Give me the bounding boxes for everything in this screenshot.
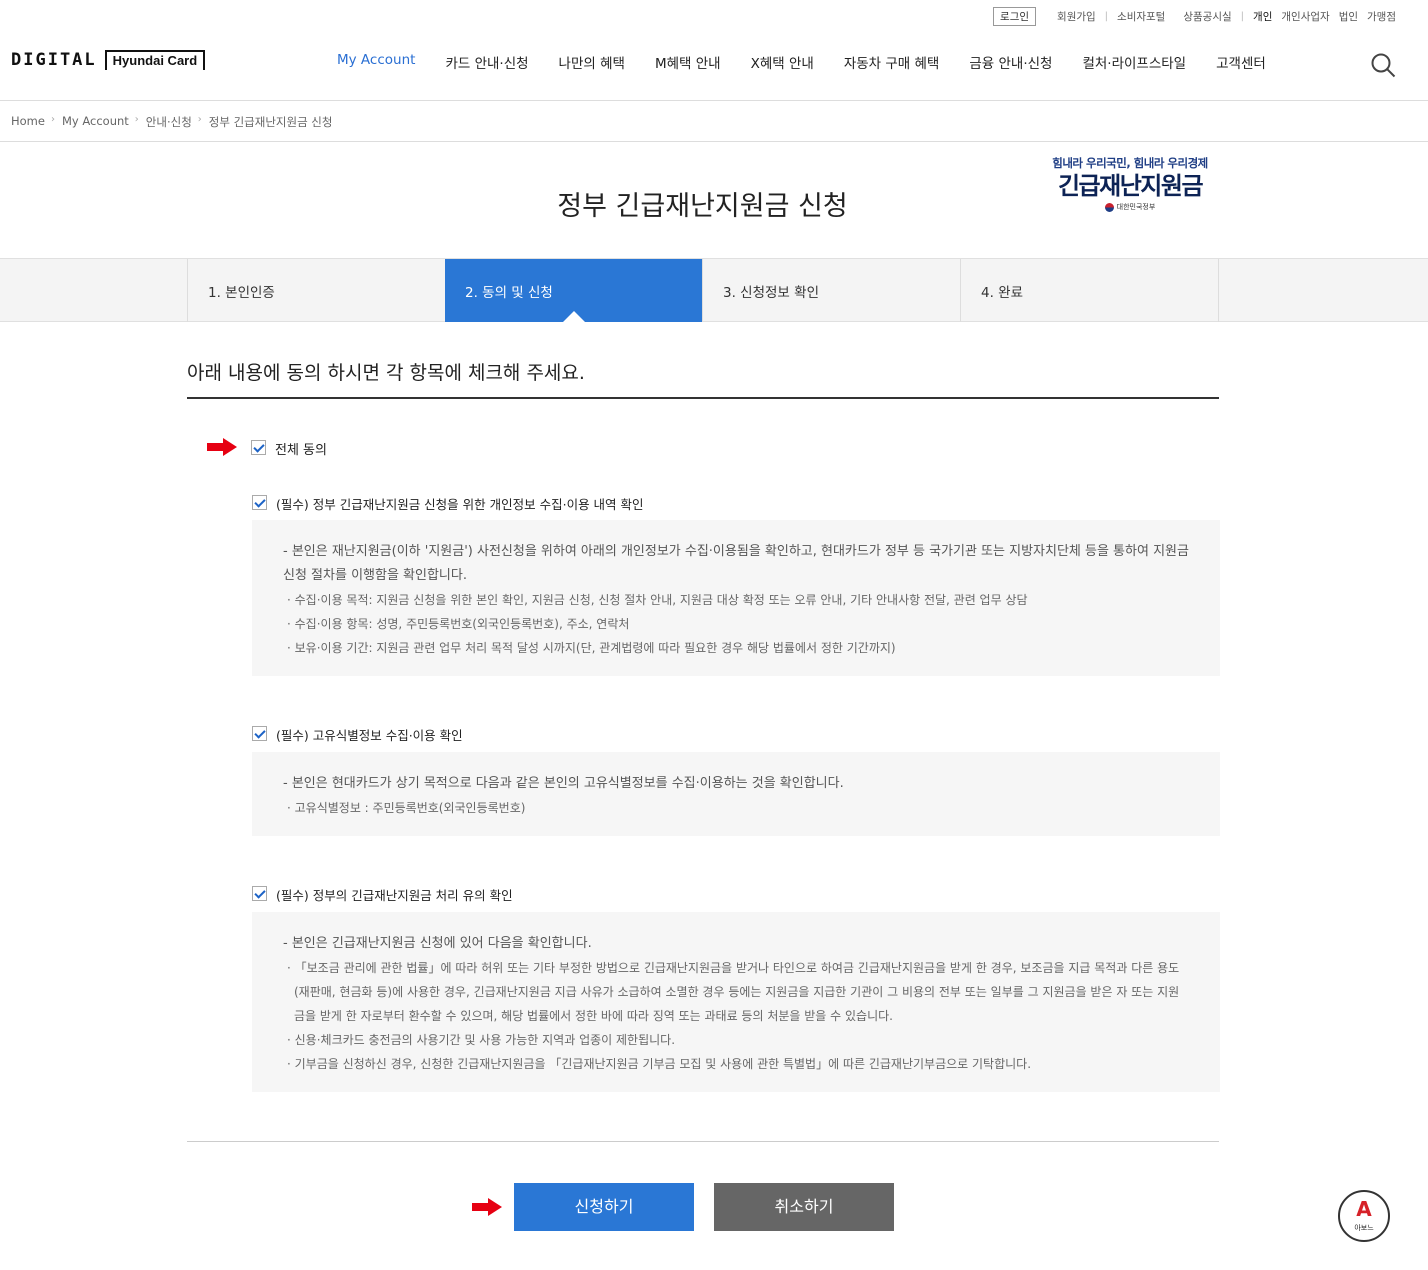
consent-personal-info-terms: - 본인은 재난지원금(이하 '지원금') 사전신청을 위하여 아래의 개인정보… [252,520,1220,676]
nav-support[interactable]: 고객센터 [1216,52,1266,72]
step-3: 3. 신청정보 확인 [702,259,960,322]
terms-item: · 고유식별정보 : 주민등록번호(외국인등록번호) [287,801,526,815]
instruction-text: 아래 내용에 동의 하시면 각 항목에 체크해 주세요. [187,362,585,384]
header-divider [0,100,1428,101]
consent-unique-id-terms: - 본인은 현대카드가 상기 목적으로 다음과 같은 본인의 고유식별정보를 수… [252,752,1220,836]
breadcrumb: Home › My Account › 안내·신청 › 정부 긴급재난지원금 신청 [11,114,338,130]
emblem-gov: 대한민국정부 [1040,202,1220,212]
abono-logo-icon: A [1356,1197,1372,1221]
emblem-title: 긴급재난지원금 [1057,172,1204,200]
agree-all-checkbox[interactable] [251,440,266,455]
taegeuk-icon [1104,202,1114,212]
terms-item: · 신용·체크카드 충전금의 사용기간 및 사용 가능한 지역과 업종이 제한됩… [287,1033,676,1047]
join-link[interactable]: 회원가입 [1057,9,1096,24]
consent-caution-terms: - 본인은 긴급재난지원금 신청에 있어 다음을 확인합니다. · 「보조금 관… [252,912,1220,1092]
chevron-right-icon: › [134,114,139,125]
breadcrumb-home[interactable]: Home [11,114,45,130]
nav-car[interactable]: 자동차 구매 혜택 [844,52,940,72]
step-indicator: 1. 본인인증 2. 동의 및 신청 3. 신청정보 확인 4. 완료 [0,258,1428,322]
personal-link[interactable]: 개인 [1253,9,1272,24]
terms-item: · 수집·이용 항목: 성명, 주민등록번호(외국인등록번호), 주소, 연락처 [287,617,630,631]
breadcrumb-divider [0,141,1428,142]
site-logo[interactable]: DIGITAL Hyundai Card [11,50,206,70]
merchant-link[interactable]: 가맹점 [1367,9,1396,24]
nav-card[interactable]: 카드 안내·신청 [445,52,528,72]
section-divider [187,397,1219,399]
utility-bar: 로그인 회원가입 | 소비자포털 상품공시실 | 개인 개인사업자 법인 가맹점 [993,6,1396,26]
consent-personal-info-checkbox[interactable] [252,495,267,510]
terms-item: · 「보조금 관리에 관한 법률」에 따라 허위 또는 기타 부정한 방법으로 … [287,961,1180,1023]
nav-finance[interactable]: 금융 안내·신청 [969,52,1052,72]
red-arrow-icon [472,1198,502,1216]
consent-caution-checkbox[interactable] [252,886,267,901]
consent-caution-label[interactable]: (필수) 정부의 긴급재난지원금 처리 유의 확인 [276,885,513,904]
nav-my-account[interactable]: My Account [337,52,415,72]
consent-personal-info-label[interactable]: (필수) 정부 긴급재난지원금 신청을 위한 개인정보 수집·이용 내역 확인 [276,494,644,513]
terms-item: · 수집·이용 목적: 지원금 신청을 위한 본인 확인, 지원금 신청, 신청… [287,593,1028,607]
logo-digital: DIGITAL [11,50,97,70]
corporate-link[interactable]: 법인 [1339,9,1358,24]
consent-unique-id-label[interactable]: (필수) 고유식별정보 수집·이용 확인 [276,725,463,744]
apply-button[interactable]: 신청하기 [514,1183,694,1231]
logo-hyundaicard: Hyundai Card [104,50,206,70]
red-arrow-icon [207,438,237,456]
nav-m-benefits[interactable]: M혜택 안내 [655,52,721,72]
nav-culture[interactable]: 컬처·라이프스타일 [1082,52,1186,72]
chevron-right-icon: › [197,114,202,125]
relief-fund-emblem: 힘내라 우리국민, 힘내라 우리경제 긴급재난지원금 대한민국정부 [1040,155,1220,212]
consent-unique-id-checkbox[interactable] [252,726,267,741]
divider: | [1240,10,1245,22]
step-2-current: 2. 동의 및 신청 [445,259,703,322]
product-disclosure-link[interactable]: 상품공시실 [1183,9,1231,24]
terms-paragraph: - 본인은 재난지원금(이하 '지원금') 사전신청을 위하여 아래의 개인정보… [283,544,1189,583]
cancel-button[interactable]: 취소하기 [714,1183,894,1231]
business-link[interactable]: 개인사업자 [1281,9,1329,24]
step-4: 4. 완료 [960,259,1219,322]
login-button[interactable]: 로그인 [993,6,1037,26]
emblem-slogan: 힘내라 우리국민, 힘내라 우리경제 [1052,156,1208,170]
terms-paragraph: - 본인은 현대카드가 상기 목적으로 다음과 같은 본인의 고유식별정보를 수… [283,776,844,791]
divider: | [1104,10,1109,22]
step-1: 1. 본인인증 [187,259,445,322]
terms-item: · 보유·이용 기간: 지원금 관련 업무 처리 목적 달성 시까지(단, 관계… [287,641,896,655]
emblem-gov-text: 대한민국정부 [1116,203,1156,211]
search-icon[interactable] [1370,52,1396,78]
agree-all-label[interactable]: 전체 동의 [275,439,327,458]
breadcrumb-current: 정부 긴급재난지원금 신청 [208,115,333,129]
terms-paragraph: - 본인은 긴급재난지원금 신청에 있어 다음을 확인합니다. [283,936,592,951]
abono-label: 아보느 [1354,1224,1374,1232]
nav-benefits[interactable]: 나만의 혜택 [559,52,625,72]
main-nav: My Account 카드 안내·신청 나만의 혜택 M혜택 안내 X혜택 안내… [337,52,1296,72]
footer-divider [187,1141,1219,1142]
breadcrumb-my-account[interactable]: My Account [62,114,129,130]
chevron-right-icon: › [50,114,55,125]
breadcrumb-guide[interactable]: 안내·신청 [146,114,192,130]
abono-floating-button[interactable]: A 아보느 [1338,1190,1390,1242]
consumer-portal-link[interactable]: 소비자포털 [1117,9,1165,24]
nav-x-benefits[interactable]: X혜택 안내 [751,52,814,72]
terms-item: · 기부금을 신청하신 경우, 신청한 긴급재난지원금을 「긴급재난지원금 기부… [287,1057,1032,1071]
